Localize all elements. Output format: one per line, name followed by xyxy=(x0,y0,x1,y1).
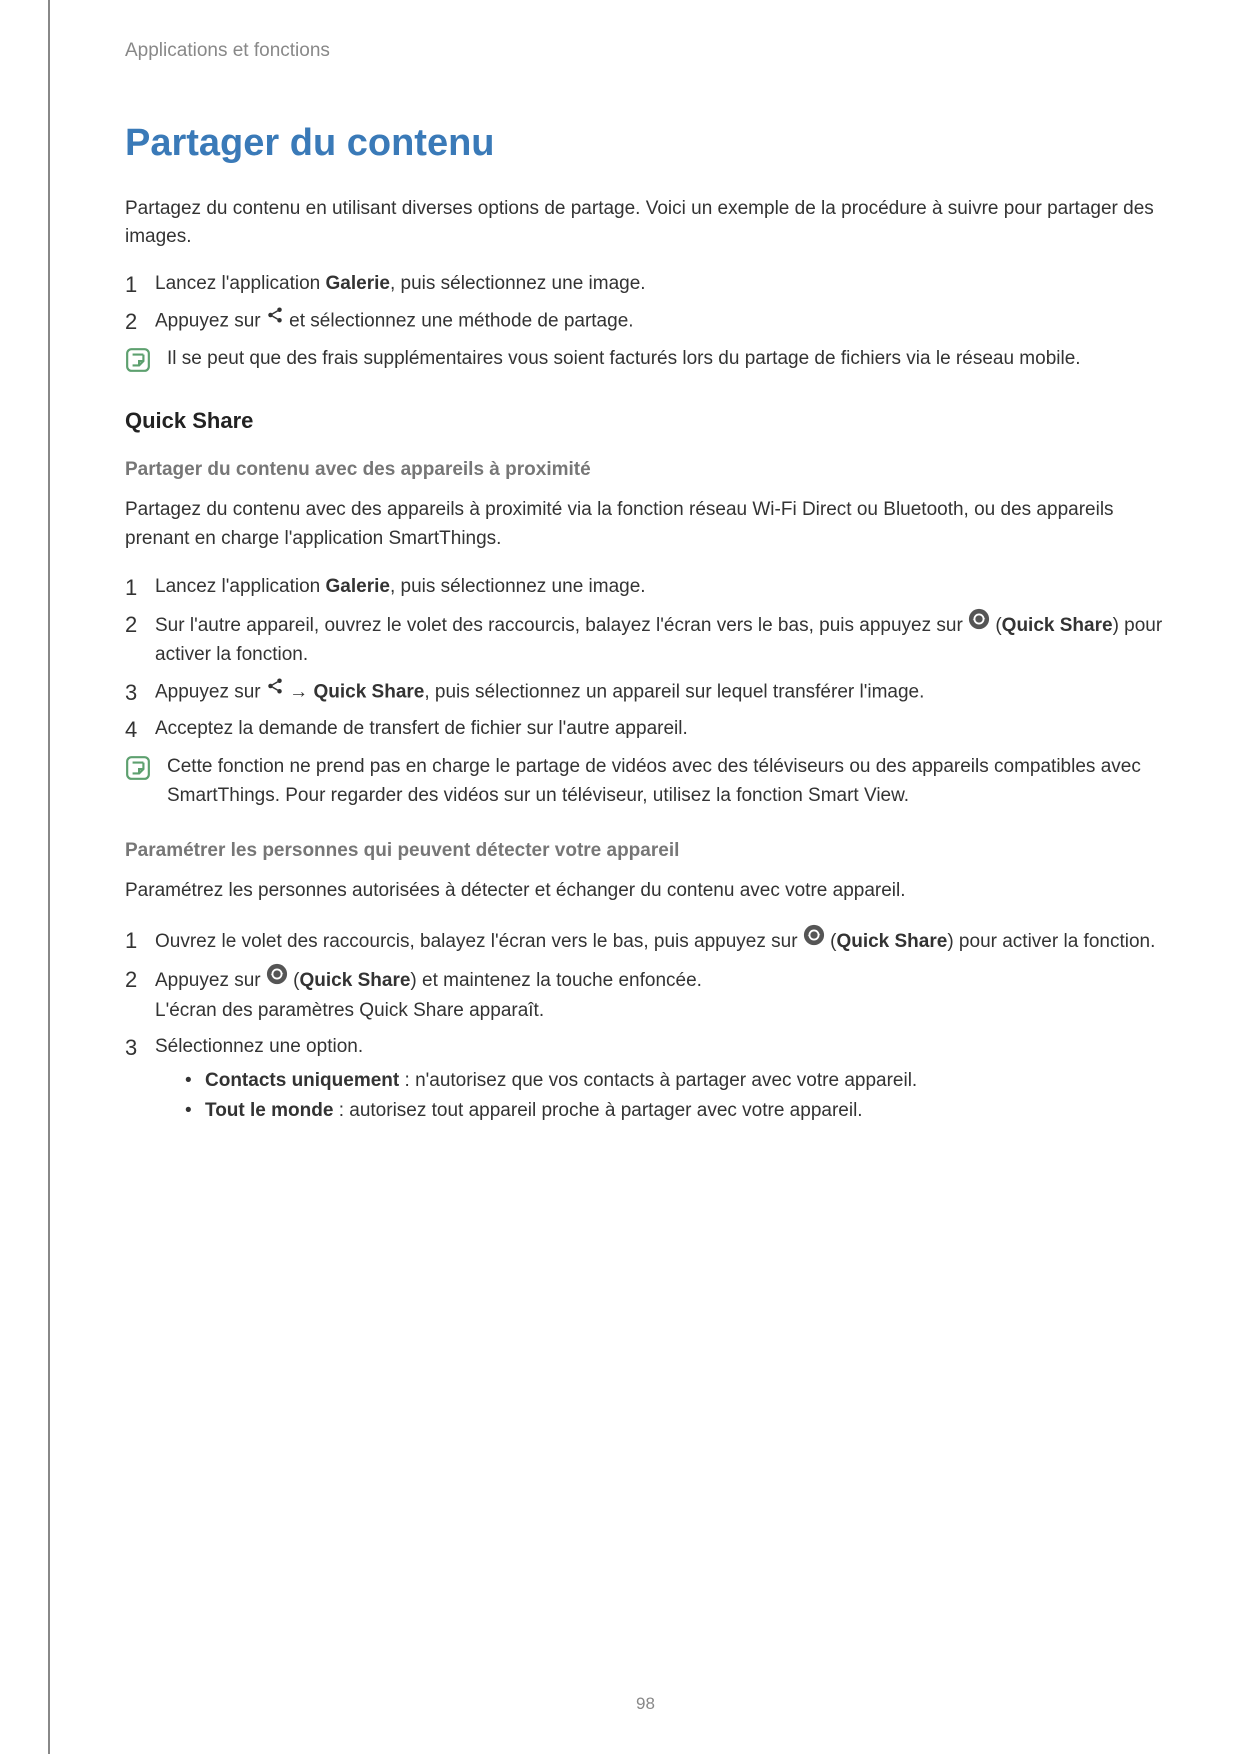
step-1: 1 Lancez l'application Galerie, puis sél… xyxy=(125,270,1166,299)
note-1: Il se peut que des frais supplémentaires… xyxy=(125,345,1166,378)
bold: Quick Share xyxy=(836,930,947,951)
step-number: 2 xyxy=(125,608,137,641)
body-text: Paramétrez les personnes autorisées à dé… xyxy=(125,877,1166,906)
share-icon xyxy=(266,305,284,334)
quickshare-icon xyxy=(968,608,990,640)
step-number: 4 xyxy=(125,713,137,746)
body-text: Partagez du contenu avec des appareils à… xyxy=(125,496,1166,553)
subheading-param: Paramétrer les personnes qui peuvent dét… xyxy=(125,840,1166,862)
step-text: Appuyez sur xyxy=(155,681,266,702)
note-icon xyxy=(125,755,151,786)
note-2: Cette fonction ne prend pas en charge le… xyxy=(125,753,1166,810)
bold: Galerie xyxy=(326,576,390,597)
steps-list-qs: 1 Lancez l'application Galerie, puis sél… xyxy=(125,573,1166,743)
step-text: → xyxy=(284,681,314,702)
page-number: 98 xyxy=(50,1694,1241,1714)
option-contacts: Contacts uniquement : n'autorisez que vo… xyxy=(185,1066,1166,1096)
intro-text: Partagez du contenu en utilisant diverse… xyxy=(125,195,1166,250)
bold: Quick Share xyxy=(313,681,424,702)
step-number: 2 xyxy=(125,963,137,996)
subheading-nearby: Partager du contenu avec des appareils à… xyxy=(125,459,1166,481)
step-text: Ouvrez le volet des raccourcis, balayez … xyxy=(155,930,803,951)
ps-step-1: 1 Ouvrez le volet des raccourcis, balaye… xyxy=(125,926,1166,958)
ps-step-2: 2 Appuyez sur (Quick Share) et maintenez… xyxy=(125,965,1166,1025)
step-text: ( xyxy=(825,930,837,951)
step-text: Appuyez sur xyxy=(155,970,266,991)
bold: Quick Share xyxy=(300,970,411,991)
step-text: , puis sélectionnez une image. xyxy=(390,576,646,597)
bold: Tout le monde xyxy=(205,1100,333,1121)
step-number: 1 xyxy=(125,571,137,604)
heading-quickshare: Quick Share xyxy=(125,408,1166,434)
breadcrumb: Applications et fonctions xyxy=(125,40,1166,62)
qs-step-3: 3 Appuyez sur → Quick Share, puis sélect… xyxy=(125,678,1166,707)
bold: Quick Share xyxy=(1002,615,1113,636)
step-text: Acceptez la demande de transfert de fich… xyxy=(155,718,688,739)
bold: Galerie xyxy=(326,273,390,294)
step-number: 3 xyxy=(125,1031,137,1064)
note-text: Cette fonction ne prend pas en charge le… xyxy=(167,753,1166,810)
options-list: Contacts uniquement : n'autorisez que vo… xyxy=(155,1066,1166,1127)
step-text: Lancez l'application xyxy=(155,273,326,294)
step-text: Appuyez sur xyxy=(155,310,266,331)
step-2: 2 Appuyez sur et sélectionnez une méthod… xyxy=(125,307,1166,336)
step-text: ) pour activer la fonction. xyxy=(947,930,1155,951)
step-text: L'écran des paramètres Quick Share appar… xyxy=(155,1000,544,1021)
step-text: Sélectionnez une option. xyxy=(155,1036,363,1057)
step-text: ( xyxy=(288,970,300,991)
ps-step-3: 3 Sélectionnez une option. Contacts uniq… xyxy=(125,1033,1166,1126)
steps-list-param: 1 Ouvrez le volet des raccourcis, balaye… xyxy=(125,926,1166,1127)
step-number: 3 xyxy=(125,676,137,709)
step-text: , puis sélectionnez un appareil sur lequ… xyxy=(424,681,924,702)
step-text: ( xyxy=(990,615,1002,636)
qs-step-1: 1 Lancez l'application Galerie, puis sél… xyxy=(125,573,1166,602)
bold: Contacts uniquement xyxy=(205,1070,399,1091)
step-text: Sur l'autre appareil, ouvrez le volet de… xyxy=(155,615,968,636)
step-number: 2 xyxy=(125,305,137,338)
share-icon xyxy=(266,676,284,705)
step-text: et sélectionnez une méthode de partage. xyxy=(284,310,634,331)
step-number: 1 xyxy=(125,924,137,957)
page-title: Partager du contenu xyxy=(125,122,1166,165)
quickshare-icon xyxy=(803,924,825,956)
step-text: Lancez l'application xyxy=(155,576,326,597)
step-text: ) et maintenez la touche enfoncée. xyxy=(410,970,702,991)
option-everyone: Tout le monde : autorisez tout appareil … xyxy=(185,1096,1166,1126)
option-text: : autorisez tout appareil proche à parta… xyxy=(333,1100,862,1121)
steps-list-1: 1 Lancez l'application Galerie, puis sél… xyxy=(125,270,1166,335)
note-text: Il se peut que des frais supplémentaires… xyxy=(167,345,1081,374)
note-icon xyxy=(125,347,151,378)
step-text: , puis sélectionnez une image. xyxy=(390,273,646,294)
option-text: : n'autorisez que vos contacts à partage… xyxy=(399,1070,917,1091)
step-number: 1 xyxy=(125,268,137,301)
qs-step-4: 4 Acceptez la demande de transfert de fi… xyxy=(125,715,1166,744)
qs-step-2: 2 Sur l'autre appareil, ouvrez le volet … xyxy=(125,610,1166,670)
quickshare-icon xyxy=(266,963,288,995)
